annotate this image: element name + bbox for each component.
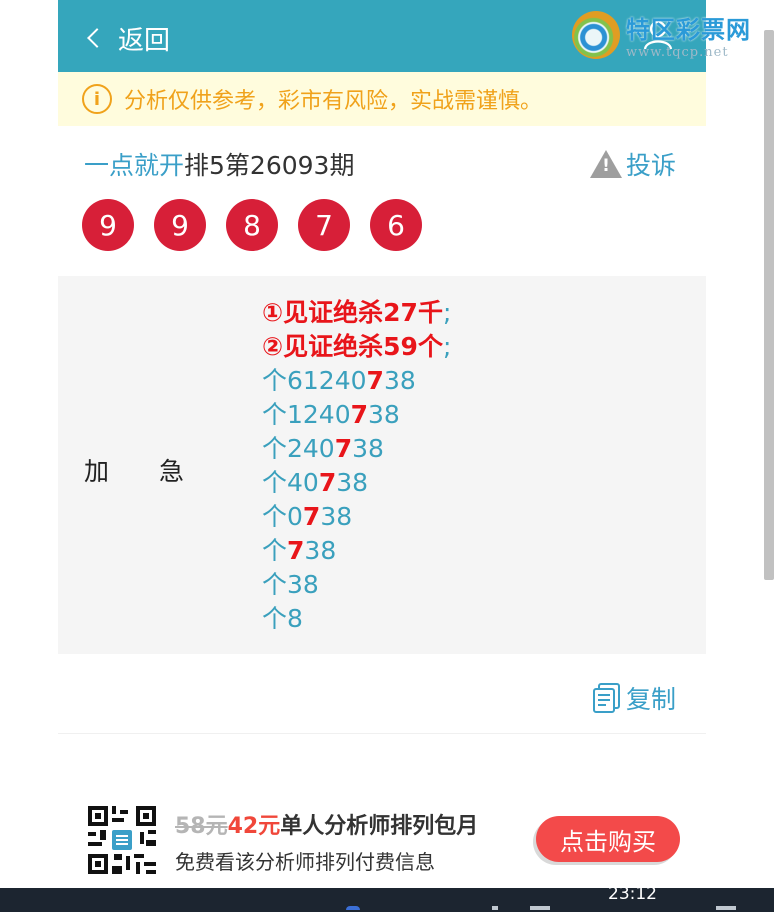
copy-button[interactable]: 复制 [592,680,676,716]
pick-line: 个1240738 [262,400,400,429]
taskbar: 23:12 [0,884,774,912]
number-ball: 6 [370,199,422,251]
risk-notice: i 分析仅供参考，彩市有风险，实战需谨慎。 [58,72,706,126]
label-char-1: 加 [84,457,110,486]
old-price: 58元 [175,814,228,839]
label-char-2: 急 [159,457,185,486]
report-button[interactable]: ! 投诉 [590,146,676,182]
taskbar-clock: 23:12 [608,884,657,904]
promo-title: 58元42元单人分析师排列包月 [175,808,478,840]
copy-label: 复制 [626,685,677,714]
post-title: 一点就开排5第26093期 [84,146,354,182]
notification-icon[interactable] [716,906,736,910]
analysis-label: 加 急 [84,452,184,488]
author-link[interactable]: 一点就开 [84,151,184,180]
back-button[interactable]: 返回 [84,18,170,58]
new-price: 42元 [227,814,281,839]
number-ball: 9 [82,199,134,251]
pick-line: 个0738 [262,502,353,531]
scrollbar[interactable] [764,30,774,580]
logo-url: www.tqcp.net [626,45,729,60]
pick-line: 个8 [262,604,303,633]
issue-title: 排5第26093期 [184,151,355,180]
info-icon: i [82,84,112,114]
warning-icon: ! [590,150,622,178]
pick-line: 个738 [262,536,337,565]
result-balls: 9 9 8 7 6 [82,199,422,251]
analysis-lines: ①见证绝杀27千; ②见证绝杀59个; 个61240738 个1240738 个… [262,296,451,636]
logo-title: 特区彩票网 [626,16,751,44]
kill-line: ①见证绝杀27千; [262,298,452,327]
copy-icon [593,683,620,713]
chevron-left-icon [87,28,107,48]
qr-code-icon [86,804,158,876]
logo-emblem-icon [572,11,620,59]
promo-title-text: 单人分析师排列包月 [280,814,479,839]
buy-button[interactable]: 点击购买 [536,816,680,862]
pick-line: 个40738 [262,468,369,497]
number-ball: 9 [154,199,206,251]
back-label: 返回 [118,25,171,56]
network-icon[interactable] [492,906,498,910]
site-logo: 特区彩票网 www.tqcp.net [572,10,751,60]
notice-text: 分析仅供参考，彩市有风险，实战需谨慎。 [124,89,543,114]
pick-line: 个240738 [262,434,384,463]
pick-line: 个61240738 [262,366,416,395]
browser-icon[interactable] [346,906,360,910]
number-ball: 7 [298,199,350,251]
promo-subtitle: 免费看该分析师排列付费信息 [175,850,435,874]
pick-line: 个38 [262,570,319,599]
divider [58,733,706,734]
number-ball: 8 [226,199,278,251]
tray-icon[interactable] [530,906,550,910]
kill-line: ②见证绝杀59个; [262,332,452,361]
report-label: 投诉 [626,151,677,180]
